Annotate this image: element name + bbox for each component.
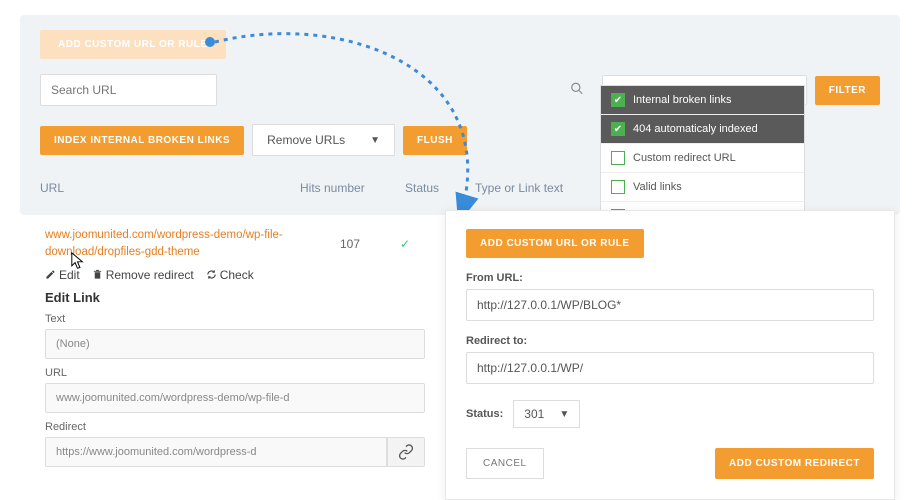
remove-redirect-action[interactable]: Remove redirect bbox=[92, 268, 194, 282]
search-input[interactable] bbox=[40, 74, 217, 106]
checkbox-icon bbox=[611, 180, 625, 194]
filter-option[interactable]: ✔ Internal broken links bbox=[601, 86, 804, 115]
status-label: Status: bbox=[466, 408, 503, 420]
modal-title-button[interactable]: ADD CUSTOM URL OR RULE bbox=[466, 229, 644, 258]
checkbox-icon bbox=[611, 151, 625, 165]
add-custom-redirect-button[interactable]: ADD CUSTOM REDIRECT bbox=[715, 448, 874, 479]
column-header-status: Status bbox=[405, 181, 475, 195]
redirect-to-input[interactable] bbox=[466, 352, 874, 384]
filter-button[interactable]: FILTER bbox=[815, 76, 880, 105]
status-select[interactable]: 301 ▼ bbox=[513, 400, 580, 428]
redirect-field-label: Redirect bbox=[45, 421, 425, 433]
row-hits-value: 107 bbox=[300, 237, 400, 251]
status-value: 301 bbox=[524, 407, 544, 421]
pencil-icon bbox=[45, 269, 56, 280]
search-icon bbox=[570, 82, 584, 99]
add-custom-url-modal: ADD CUSTOM URL OR RULE From URL: Redirec… bbox=[445, 210, 895, 500]
check-label: Check bbox=[220, 268, 254, 282]
filter-option-label: Custom redirect URL bbox=[633, 152, 736, 164]
status-ok-icon: ✓ bbox=[400, 237, 410, 251]
url-field-label: URL bbox=[45, 367, 425, 379]
filter-option[interactable]: Custom redirect URL bbox=[601, 144, 804, 173]
check-action[interactable]: Check bbox=[206, 268, 254, 282]
url-field[interactable] bbox=[45, 383, 425, 413]
redirect-field[interactable] bbox=[45, 437, 387, 467]
row-url-link[interactable]: www.joomunited.com/wordpress-demo/wp-fil… bbox=[45, 227, 300, 262]
trash-icon bbox=[92, 269, 103, 280]
checkbox-checked-icon: ✔ bbox=[611, 122, 625, 136]
remove-urls-label: Remove URLs bbox=[267, 133, 345, 147]
remove-urls-select[interactable]: Remove URLs ▼ bbox=[252, 124, 395, 156]
checkbox-checked-icon: ✔ bbox=[611, 93, 625, 107]
filter-option-label: Valid links bbox=[633, 181, 682, 193]
edit-action[interactable]: Edit bbox=[45, 268, 80, 282]
text-field[interactable] bbox=[45, 329, 425, 359]
text-field-label: Text bbox=[45, 313, 425, 325]
cancel-button[interactable]: CANCEL bbox=[466, 448, 544, 479]
redirect-to-label: Redirect to: bbox=[466, 335, 874, 347]
filter-option[interactable]: Valid links bbox=[601, 173, 804, 202]
table-row: www.joomunited.com/wordpress-demo/wp-fil… bbox=[45, 227, 425, 262]
edit-label: Edit bbox=[59, 268, 80, 282]
edit-link-title: Edit Link bbox=[45, 290, 425, 305]
refresh-icon bbox=[206, 269, 217, 280]
filter-option-label: 404 automaticaly indexed bbox=[633, 123, 758, 135]
index-internal-links-button[interactable]: INDEX INTERNAL BROKEN LINKS bbox=[40, 126, 244, 155]
filter-option-label: Internal broken links bbox=[633, 94, 731, 106]
chevron-down-icon: ▼ bbox=[559, 409, 569, 420]
column-header-url: URL bbox=[40, 181, 300, 195]
column-header-hits: Hits number bbox=[300, 181, 405, 195]
from-url-input[interactable] bbox=[466, 289, 874, 321]
add-custom-url-top-button[interactable]: ADD CUSTOM URL OR RULE bbox=[40, 30, 226, 59]
from-url-label: From URL: bbox=[466, 272, 874, 284]
remove-redirect-label: Remove redirect bbox=[106, 268, 194, 282]
chevron-down-icon: ▼ bbox=[370, 135, 380, 146]
link-picker-button[interactable] bbox=[387, 437, 425, 467]
flush-button[interactable]: FLUSH bbox=[403, 126, 467, 155]
filter-option[interactable]: ✔ 404 automaticaly indexed bbox=[601, 115, 804, 144]
link-icon bbox=[398, 444, 414, 460]
